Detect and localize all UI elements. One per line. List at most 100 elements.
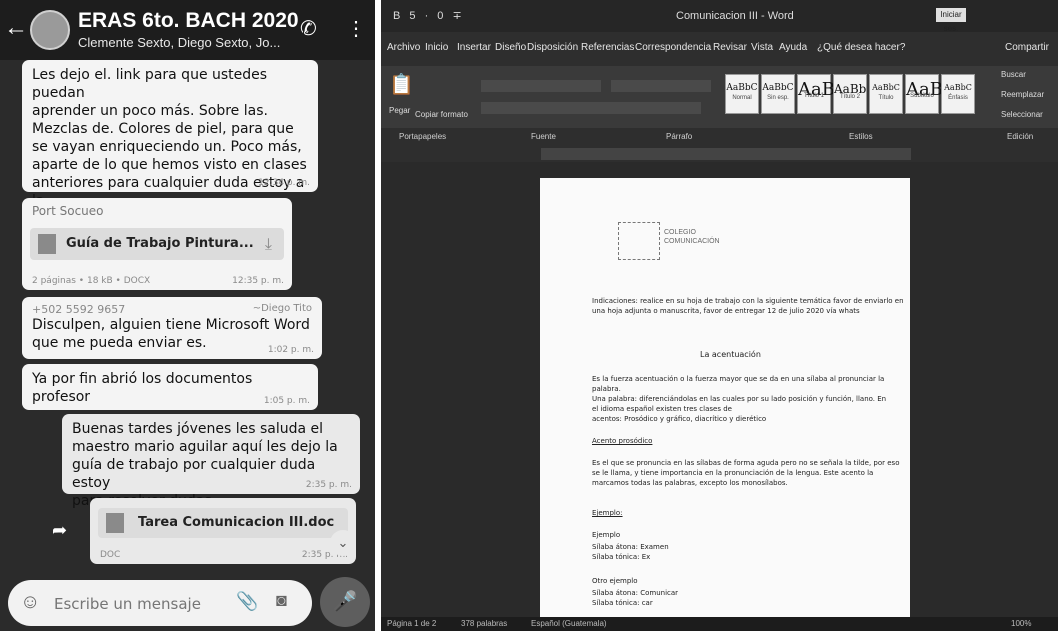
whatsapp-chat-screen: ← ERAS 6to. BACH 2020 Clemente Sexto, Di… — [0, 0, 375, 631]
ribbon-tabs: Archivo Inicio Insertar Diseño Disposici… — [381, 40, 1058, 60]
message-input[interactable] — [52, 590, 226, 618]
replace-button[interactable]: Reemplazar — [1001, 90, 1044, 99]
scroll-down-icon[interactable]: ⌄ — [330, 530, 356, 556]
example-syllables-2: Sílaba átona: Comunicar Sílaba tónica: c… — [592, 589, 679, 607]
back-arrow-icon[interactable]: ← — [4, 14, 28, 42]
style-subtitle[interactable]: AaB Subtítulo — [905, 74, 943, 114]
group-styles-label: Estilos — [849, 132, 873, 141]
emoji-icon[interactable]: ☺ — [20, 591, 40, 614]
find-button[interactable]: Buscar — [1001, 70, 1026, 79]
subheading-accent: Acento prosódico — [592, 437, 653, 445]
attach-icon[interactable]: 📎 — [236, 591, 258, 612]
word-window: B 5 · 0 ∓ Comunicacion III - Word Inicia… — [381, 0, 1058, 631]
font-name-box[interactable] — [481, 80, 601, 92]
microphone-icon[interactable]: 🎤 — [320, 577, 370, 627]
example-label-1: Ejemplo — [592, 531, 621, 539]
paragraph-1: Es la fuerza acentuación o la fuerza may… — [592, 375, 887, 423]
forwarded-label: Port Socueo — [32, 204, 104, 218]
header-text: COLEGIO COMUNICACIÓN — [664, 229, 720, 245]
school-logo — [618, 222, 660, 260]
chat-title[interactable]: ERAS 6to. BACH 2020 — [78, 9, 299, 33]
document-icon — [38, 234, 56, 254]
select-button[interactable]: Seleccionar — [1001, 110, 1043, 119]
document-meta: 2 páginas • 18 kB • DOCX — [32, 276, 151, 286]
share-forward-icon[interactable]: ➦ — [52, 520, 67, 541]
paste-label[interactable]: Pegar — [389, 106, 410, 115]
horizontal-ruler[interactable] — [541, 148, 911, 160]
document-attachment[interactable]: Guía de Trabajo Pintura... ⤓ — [30, 228, 284, 260]
example-label-2: Otro ejemplo — [592, 577, 638, 585]
share-button[interactable]: Compartir — [1005, 42, 1049, 53]
message-bubble[interactable]: Ya por fin abrió los documentos profesor… — [22, 364, 318, 410]
word-count[interactable]: 378 palabras — [461, 619, 507, 628]
tab-archivo[interactable]: Archivo — [387, 42, 420, 53]
style-title[interactable]: AaBbC Título — [869, 74, 903, 114]
message-composer: ☺ 📎 ◙ — [8, 580, 312, 626]
document-page[interactable]: COLEGIO COMUNICACIÓN Indicaciones: reali… — [540, 178, 910, 623]
document-attachment[interactable]: Tarea Comunicacion III.doc — [98, 508, 348, 538]
message-time: 12:34 p. m. — [258, 178, 310, 188]
tab-inicio[interactable]: Inicio — [425, 42, 448, 53]
group-font-label: Fuente — [531, 132, 556, 141]
more-options-icon[interactable]: ⋮ — [346, 16, 366, 41]
section-title: La acentuación — [700, 350, 761, 359]
paragraph-controls[interactable] — [611, 80, 711, 92]
status-bar: Página 1 de 2 378 palabras Español (Guat… — [381, 617, 1058, 631]
style-normal[interactable]: AaBbC Normal — [725, 74, 759, 114]
chat-header: ← ERAS 6to. BACH 2020 Clemente Sexto, Di… — [0, 0, 375, 60]
document-title: Comunicacion III - Word — [676, 10, 794, 22]
download-icon[interactable]: ⤓ — [265, 234, 272, 254]
font-format-controls[interactable] — [481, 102, 701, 114]
tell-me-search[interactable]: ¿Qué desea hacer? — [817, 42, 905, 53]
tab-revisar[interactable]: Revisar — [713, 42, 747, 53]
group-avatar[interactable] — [30, 10, 70, 50]
group-editing-label: Edición — [1007, 132, 1034, 141]
message-time: 2:35 p. m. — [305, 480, 352, 490]
file-message-bubble[interactable]: Port Socueo Guía de Trabajo Pintura... ⤓… — [22, 198, 292, 290]
document-name: Guía de Trabajo Pintura... — [66, 236, 254, 251]
message-text: Buenas tardes jóvenes les saluda el maes… — [72, 421, 338, 509]
document-canvas: COLEGIO COMUNICACIÓN Indicaciones: reali… — [381, 162, 1058, 623]
format-painter-button[interactable]: Copiar formato — [415, 110, 468, 119]
title-bar: B 5 · 0 ∓ Comunicacion III - Word Inicia… — [381, 0, 1058, 33]
tab-correspondencia[interactable]: Correspondencia — [635, 42, 711, 53]
message-bubble[interactable]: +502 5592 9657 ~Diego Tito Disculpen, al… — [22, 297, 322, 359]
language-indicator[interactable]: Español (Guatemala) — [531, 619, 607, 628]
message-time: 12:35 p. m. — [232, 276, 284, 286]
style-no-spacing[interactable]: AaBbC Sin esp. — [761, 74, 795, 114]
outgoing-message-bubble[interactable]: Buenas tardes jóvenes les saluda el maes… — [62, 414, 360, 509]
style-emphasis[interactable]: AaBbC Énfasis — [941, 74, 975, 114]
sender-name: ~Diego Tito — [252, 303, 312, 314]
camera-icon[interactable]: ◙ — [276, 590, 287, 611]
file-message-bubble[interactable]: Tarea Comunicacion III.doc DOC 2:35 p. m… — [90, 498, 356, 564]
instructions-paragraph: Indicaciones: realice en su hoja de trab… — [592, 297, 904, 315]
message-time: 1:02 p. m. — [267, 345, 314, 355]
tab-disposicion[interactable]: Disposición — [527, 42, 578, 53]
signin-button[interactable]: Iniciar ses. — [936, 8, 966, 33]
paste-icon[interactable]: 📋 — [389, 72, 414, 97]
style-heading-2[interactable]: AaBb Título 2 — [833, 74, 867, 114]
subheading-example: Ejemplo: — [592, 509, 623, 517]
tab-diseno[interactable]: Diseño — [495, 42, 526, 53]
tab-vista[interactable]: Vista — [751, 42, 773, 53]
tab-ayuda[interactable]: Ayuda — [779, 42, 807, 53]
quick-access-toolbar[interactable]: B 5 · 0 ∓ — [393, 9, 465, 22]
message-bubble[interactable]: Les dejo el. link para que ustedes pueda… — [22, 60, 318, 227]
add-call-icon[interactable]: ✆ — [300, 16, 317, 41]
group-clipboard-label: Portapapeles — [399, 132, 447, 141]
tab-insertar[interactable]: Insertar — [457, 42, 491, 53]
document-meta: DOC — [100, 550, 121, 560]
document-icon — [106, 513, 124, 533]
paragraph-2: Es el que se pronuncia en las sílabas de… — [592, 459, 900, 487]
chat-participants[interactable]: Clemente Sexto, Diego Sexto, Jo... — [78, 35, 280, 50]
group-paragraph-label: Párrafo — [666, 132, 693, 141]
tab-referencias[interactable]: Referencias — [581, 42, 634, 53]
zoom-level[interactable]: 100% — [1011, 619, 1031, 628]
ribbon-home: 📋 Pegar Copiar formato AaBbC Normal AaBbC… — [381, 66, 1058, 128]
document-name: Tarea Comunicacion III.doc — [138, 515, 335, 530]
message-time: 1:05 p. m. — [263, 396, 310, 406]
example-syllables-1: Sílaba átona: Examen Sílaba tónica: Ex — [592, 543, 669, 561]
ribbon-group-labels: Portapapeles Fuente Párrafo Estilos Edic… — [381, 132, 1058, 146]
style-heading-1[interactable]: AaB Título 1 — [797, 74, 835, 114]
page-count[interactable]: Página 1 de 2 — [387, 619, 436, 628]
